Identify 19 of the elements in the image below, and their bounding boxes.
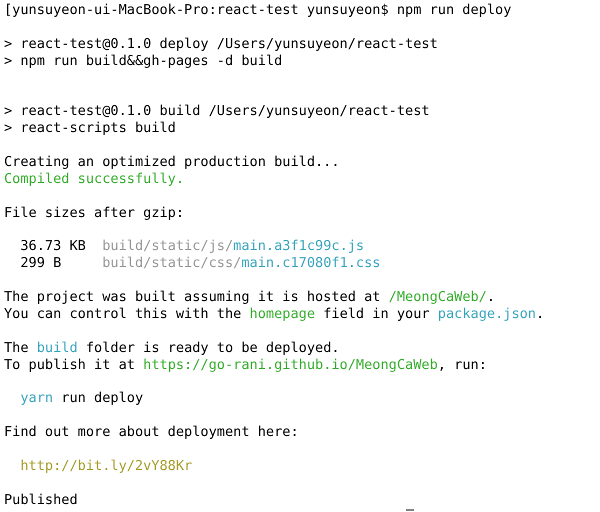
- terminal-line: Creating an optimized production build...: [4, 154, 341, 171]
- terminal-line: > react-test@0.1.0 deploy /Users/yunsuyeon/react-test: [4, 36, 439, 53]
- terminal-line: Compiled successfully.: [4, 170, 186, 188]
- terminal-line: The project was built assuming it is hosted at /MeongCaWeb/.: [4, 289, 496, 306]
- terminal-line: 36.73 KB build/static/js/main.a3f1c99c.js: [19, 238, 366, 256]
- terminal-line: > react-scripts build: [4, 120, 177, 138]
- terminal-line: Published: [4, 492, 79, 509]
- terminal-line: You can control this with the homepage field in your package.json.: [4, 306, 546, 323]
- terminal-line: To publish it at https://go-rani.github.io/MeongCaWeb, run:: [4, 356, 488, 374]
- terminal-line: [yunsuyeon-ui-MacBook-Pro:react-test yunsuyeon$ npm run deploy: [4, 2, 512, 19]
- terminal-line: Find out more about deployment here:: [4, 424, 300, 442]
- terminal-line: yarn run deploy: [19, 390, 144, 408]
- terminal-line: > npm run build&&gh-pages -d build: [4, 52, 284, 70]
- terminal-line: http://bit.ly/2vY88Kr: [19, 458, 194, 475]
- terminal-line: File sizes after gzip:: [4, 204, 186, 222]
- terminal-line: The build folder is ready to be deployed.: [4, 340, 341, 357]
- text-cursor: [406, 509, 414, 511]
- terminal-line: 299 B build/static/css/main.c17080f1.css: [19, 255, 382, 272]
- terminal-line: > react-test@0.1.0 build /Users/yunsuyeon/react-test: [4, 103, 431, 120]
